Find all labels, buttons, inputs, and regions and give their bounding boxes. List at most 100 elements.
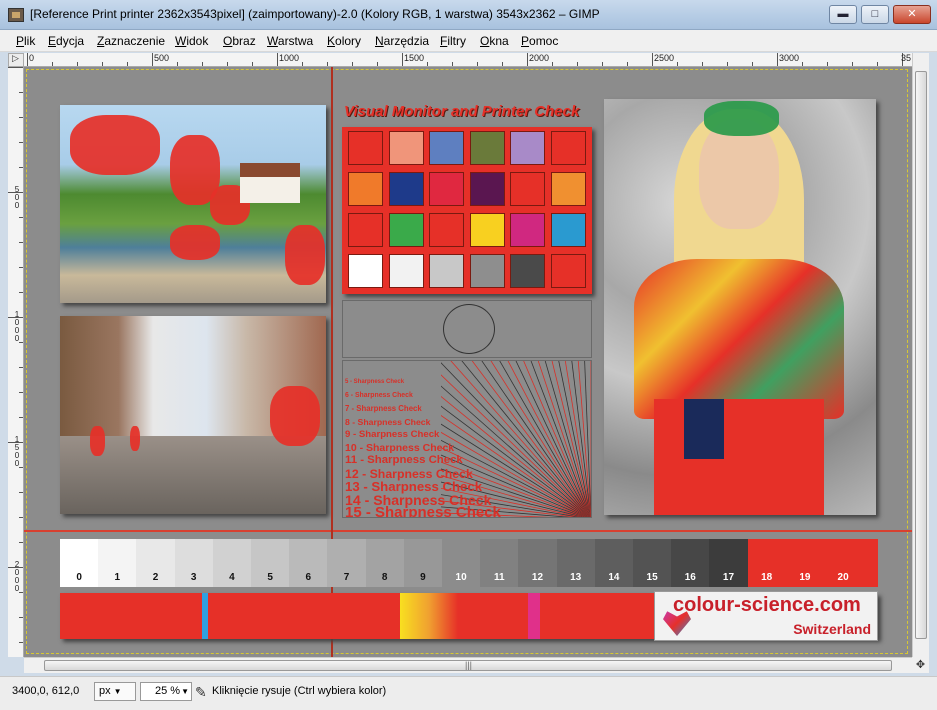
- vertical-ruler[interactable]: 5 0 0 1 0 0 0 1 5 0 0 2 0 0 0: [8, 67, 24, 657]
- gray-step-label: 14: [608, 572, 620, 583]
- gray-step-label: 17: [722, 572, 735, 583]
- ruler-tick: [777, 53, 778, 66]
- color-swatch: [348, 131, 383, 165]
- ruler-tick: [27, 53, 28, 66]
- gray-step: 8: [365, 539, 404, 587]
- color-swatch: [388, 172, 424, 206]
- gray-step: 3: [174, 539, 213, 587]
- gray-step: 15: [633, 539, 672, 587]
- chart-title: Visual Monitor and Printer Check: [344, 103, 580, 120]
- unit-select[interactable]: px ▼: [94, 682, 136, 701]
- menu-5[interactable]: Warstwa: [267, 34, 313, 48]
- gray-step-label: 0: [76, 572, 82, 583]
- maximize-button[interactable]: □: [861, 5, 889, 24]
- status-bar: 3400,0, 612,0 px ▼ 25 % ▼ ✎ Kliknięcie ry…: [0, 676, 937, 710]
- gray-step: 7: [327, 539, 366, 587]
- ruler-label: 2 0 0 0: [14, 560, 20, 593]
- image-canvas[interactable]: Visual Monitor and Printer Check 5 - Sha…: [24, 67, 912, 657]
- gray-step: 11: [480, 539, 519, 587]
- color-swatch: [429, 172, 464, 206]
- minimize-button[interactable]: ▬: [829, 5, 857, 24]
- menu-7[interactable]: Narzędzia: [375, 34, 429, 48]
- zoom-value: 25 %: [155, 685, 181, 697]
- unit-value: px: [99, 685, 111, 697]
- gray-step-label: 13: [570, 572, 582, 583]
- zoom-select[interactable]: 25 % ▼: [140, 682, 192, 701]
- quick-mask-icon[interactable]: [8, 53, 24, 67]
- overexposure-mask: [70, 115, 160, 175]
- ruler-label: 1000: [279, 53, 300, 63]
- color-swatch: [348, 172, 383, 206]
- headscarf: [704, 101, 779, 136]
- sharpness-line: 5 - Sharpness Check: [345, 379, 405, 385]
- menu-3[interactable]: Widok: [175, 34, 208, 48]
- color-swatch-panel: [342, 127, 592, 294]
- ruler-tick: [402, 53, 403, 66]
- overexposure-mask: [270, 386, 320, 446]
- menu-1[interactable]: Edycja: [48, 34, 84, 48]
- chevron-down-icon: ▼: [113, 687, 122, 696]
- overexposure-mask: [170, 225, 220, 260]
- sharpness-line: 9 - Sharpness Check: [345, 429, 440, 440]
- sharpness-line: 6 - Sharpness Check: [345, 391, 413, 399]
- gray-step: 16: [671, 539, 710, 587]
- sharpness-panel: 5 - Sharpness Check 6 - Sharpness Check 7 …: [342, 360, 592, 518]
- color-swatch: [510, 172, 545, 206]
- ruler-label: 2000: [529, 53, 550, 63]
- color-swatch: [388, 213, 424, 247]
- menu-0[interactable]: Plik: [16, 34, 35, 48]
- skirt-shadow: [684, 399, 724, 459]
- horizontal-scroll-thumb[interactable]: |||: [44, 660, 892, 671]
- gray-step: 9: [403, 539, 442, 587]
- logo-text: colour-science.com: [673, 594, 861, 616]
- horizontal-guide[interactable]: [24, 530, 912, 532]
- color-swatch: [550, 213, 586, 247]
- overexposure-mask: [285, 225, 325, 285]
- gray-step-label: 12: [531, 572, 544, 583]
- menu-8[interactable]: Filtry: [440, 34, 466, 48]
- gray-step-label: 2: [152, 572, 159, 583]
- gray-step: 4: [212, 539, 251, 587]
- menu-6[interactable]: Kolory: [327, 34, 361, 48]
- gray-step-label: 16: [684, 572, 696, 583]
- vertical-scroll-thumb[interactable]: [915, 71, 927, 639]
- ruler-tick: [277, 53, 278, 66]
- pointer-coordinates: 3400,0, 612,0: [12, 685, 80, 697]
- menu-2[interactable]: Zaznaczenie: [97, 34, 165, 48]
- horizontal-scrollbar[interactable]: |||: [24, 657, 912, 673]
- cyan-bar: [202, 593, 208, 639]
- close-button[interactable]: ✕: [893, 5, 931, 24]
- menu-10[interactable]: Pomoc: [521, 34, 558, 48]
- menu-4[interactable]: Obraz: [223, 34, 256, 48]
- gray-step-label: 10: [455, 572, 467, 583]
- gray-step: 14: [594, 539, 633, 587]
- gray-step-label: 18: [761, 572, 773, 583]
- color-swatch: [550, 254, 586, 288]
- sharpness-line: 7 - Sharpness Check: [345, 404, 422, 413]
- color-swatch: [348, 254, 383, 288]
- yellow-gradient: [400, 593, 458, 639]
- navigate-icon[interactable]: ✥: [912, 657, 929, 673]
- ruler-label: 1500: [404, 53, 425, 63]
- gray-step-label: 9: [420, 572, 426, 583]
- vertical-scrollbar[interactable]: [912, 53, 929, 657]
- horizontal-ruler[interactable]: 0 500 1000 1500 2000 2500 3000 35: [24, 53, 912, 67]
- ruler-label: 1 5 0 0: [14, 435, 20, 468]
- ruler-tick: [652, 53, 653, 66]
- gray-step-label: 19: [799, 572, 811, 583]
- gray-step-label: 3: [190, 572, 197, 583]
- color-swatch: [510, 213, 545, 247]
- gray-step: 2: [136, 539, 175, 587]
- gray-step: 20: [824, 539, 862, 587]
- color-picker-icon: ✎: [195, 684, 207, 700]
- house: [240, 163, 300, 203]
- gray-step-label: 8: [381, 572, 388, 583]
- gray-step: 17: [709, 539, 748, 587]
- gray-step: 19: [786, 539, 824, 587]
- scroll-grip-icon: |||: [465, 660, 473, 670]
- gray-step: 0: [60, 539, 99, 587]
- sharpness-line: 8 - Sharpness Check: [345, 416, 431, 427]
- gray-step: 1: [98, 539, 137, 587]
- color-swatch: [469, 172, 505, 206]
- menu-9[interactable]: Okna: [480, 34, 509, 48]
